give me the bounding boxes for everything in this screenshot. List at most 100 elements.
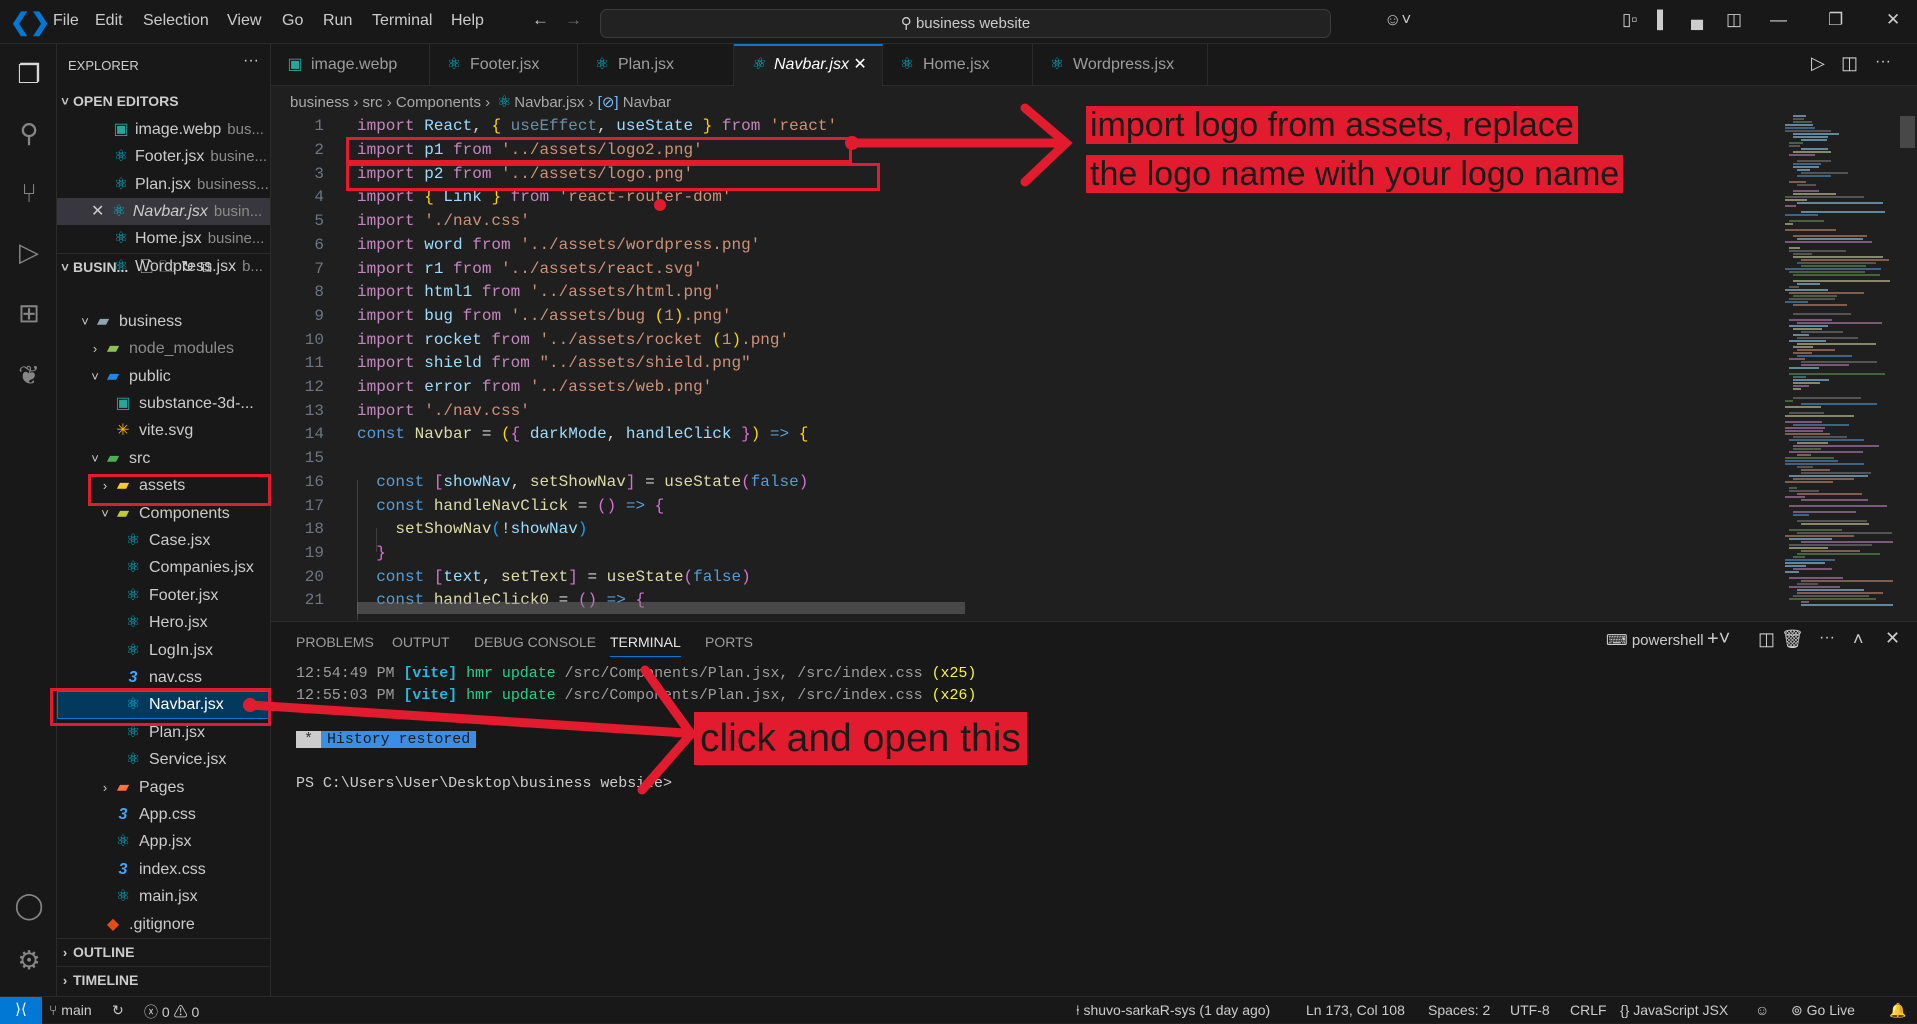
copilot-icon[interactable]: ☺˅	[1384, 10, 1411, 30]
git-blame[interactable]: ⍿ shuvo-sarkaR-sys (1 day ago)	[1076, 1002, 1270, 1019]
menu-run[interactable]: Run	[323, 12, 352, 30]
panel-tab-debug-console[interactable]: DEBUG CONSOLE	[474, 634, 596, 650]
go-live-button[interactable]: ⊚ Go Live	[1791, 1002, 1855, 1019]
cursor-position[interactable]: Ln 173, Col 108	[1306, 1002, 1405, 1018]
split-terminal-icon[interactable]: ◫	[1758, 629, 1775, 650]
close-window-icon[interactable]: ✕	[1886, 10, 1900, 30]
new-folder-icon[interactable]: 🗀	[159, 259, 181, 276]
tree-item[interactable]: ⚛ main.jsx	[57, 883, 270, 910]
open-editor-item[interactable]: ▣ image.webp bus...	[57, 116, 270, 143]
tab-plan-jsx[interactable]: ⚛ Plan.jsx	[578, 44, 734, 86]
terminal-shell-selector[interactable]: ⌨ powershell	[1606, 631, 1704, 649]
menu-terminal[interactable]: Terminal	[372, 12, 432, 30]
close-icon[interactable]: ✕	[91, 203, 109, 220]
tree-item[interactable]: ⚛ Footer.jsx	[57, 582, 270, 609]
horizontal-scrollbar[interactable]	[357, 602, 965, 614]
toggle-secondary-sidebar-icon[interactable]: ◫	[1726, 10, 1742, 30]
minimize-icon[interactable]: —	[1770, 10, 1787, 30]
notifications-bell-icon[interactable]: 🔔	[1889, 1002, 1906, 1019]
sync-icon[interactable]: ↻	[112, 1002, 124, 1019]
problems-indicator[interactable]: ⓧ 0 ⚠ 0	[144, 1002, 199, 1022]
tree-item[interactable]: 3 index.css	[57, 856, 270, 883]
menu-selection[interactable]: Selection	[143, 12, 209, 30]
more-actions-icon[interactable]: ···	[243, 52, 259, 70]
toggle-panel-icon[interactable]: ▄	[1691, 10, 1703, 30]
tree-item[interactable]: ⚛ App.jsx	[57, 828, 270, 855]
trash-icon[interactable]: 🗑	[1781, 629, 1804, 650]
tree-item[interactable]: ⚛ Case.jsx	[57, 527, 270, 554]
tree-item[interactable]: › ▰ Pages	[57, 774, 270, 801]
tab-navbar-jsx[interactable]: ⚛ Navbar.jsx ✕	[734, 44, 883, 86]
refresh-icon[interactable]: ↻	[181, 259, 200, 276]
more-actions-icon[interactable]: ···	[1875, 53, 1891, 71]
breadcrumb-item[interactable]: src	[363, 94, 383, 111]
timeline-header[interactable]: › TIMELINE	[57, 966, 270, 993]
customize-layout-icon[interactable]: ▯▫	[1622, 10, 1637, 30]
tree-item[interactable]: ˅ ▰ business	[57, 308, 270, 335]
breadcrumb-item[interactable]: Navbar.jsx	[514, 94, 584, 111]
tree-item[interactable]: › ▰ node_modules	[57, 335, 270, 362]
tab-footer-jsx[interactable]: ⚛ Footer.jsx	[430, 44, 578, 86]
search-icon[interactable]: ⚲	[14, 118, 44, 148]
tree-item[interactable]: ˅ ▰ public	[57, 363, 270, 390]
branch-indicator[interactable]: ⑂ main	[49, 1002, 92, 1018]
vertical-scrollbar[interactable]	[1900, 116, 1915, 148]
more-actions-icon[interactable]: ···	[1819, 629, 1835, 647]
source-control-icon[interactable]: ⑂	[14, 178, 44, 208]
panel-tab-problems[interactable]: PROBLEMS	[296, 634, 374, 650]
explorer-icon[interactable]: ❐	[14, 59, 44, 89]
terminal-prompt[interactable]: PS C:\Users\User\Desktop\business websit…	[296, 775, 672, 792]
forward-arrow-icon[interactable]: →	[565, 10, 582, 30]
open-editors-header[interactable]: ˅ OPEN EDITORS	[57, 88, 270, 115]
menu-edit[interactable]: Edit	[95, 12, 123, 30]
tree-item[interactable]: ⚛ Hero.jsx	[57, 609, 270, 636]
account-icon[interactable]: ◯	[14, 890, 44, 920]
run-debug-icon[interactable]: ▷	[14, 237, 44, 267]
tree-item[interactable]: ⚛ Companies.jsx	[57, 554, 270, 581]
extensions-icon[interactable]: ⊞	[14, 298, 44, 328]
close-tab-icon[interactable]: ✕	[849, 56, 866, 73]
collapse-all-icon[interactable]: ⧉	[200, 259, 217, 276]
open-editor-item[interactable]: ⚛ Plan.jsx business...	[57, 171, 270, 198]
new-terminal-plus-icon[interactable]: +˅	[1707, 628, 1730, 651]
menu-help[interactable]: Help	[451, 12, 484, 30]
tree-item[interactable]: ˅ ▰ src	[57, 445, 270, 472]
tree-item[interactable]: ◆ .gitignore	[57, 911, 270, 938]
outline-header[interactable]: › OUTLINE	[57, 938, 270, 965]
maximize-panel-chevron-up-icon[interactable]: ˄	[1853, 629, 1864, 650]
menu-view[interactable]: View	[227, 12, 261, 30]
tab-wordpress-jsx[interactable]: ⚛ Wordpress.jsx	[1033, 44, 1208, 86]
encoding[interactable]: UTF-8	[1510, 1002, 1550, 1018]
split-editor-icon[interactable]: ◫	[1841, 53, 1858, 74]
panel-tab-output[interactable]: OUTPUT	[392, 634, 450, 650]
panel-tab-terminal[interactable]: TERMINAL	[610, 634, 681, 657]
language-mode[interactable]: {} JavaScript JSX	[1620, 1002, 1728, 1018]
tab-image-webp[interactable]: ▣ image.webp	[271, 44, 430, 86]
tab-home-jsx[interactable]: ⚛ Home.jsx	[883, 44, 1033, 86]
open-editor-item[interactable]: ⚛ Footer.jsx busine...	[57, 143, 270, 170]
end-of-line[interactable]: CRLF	[1570, 1002, 1607, 1018]
toggle-sidebar-icon[interactable]: ▌	[1657, 10, 1669, 30]
command-center-search[interactable]: ⚲ business website	[600, 9, 1331, 38]
workspace-header[interactable]: ˅ BUSIN... 🗋🗀↻⧉	[57, 252, 270, 280]
tree-item[interactable]: ⚛ LogIn.jsx	[57, 637, 270, 664]
tree-item[interactable]: ▣ substance-3d-...	[57, 390, 270, 417]
indentation[interactable]: Spaces: 2	[1428, 1002, 1490, 1018]
mongodb-leaf-icon[interactable]: ❦	[14, 360, 44, 390]
breadcrumb-item[interactable]: Components	[396, 94, 481, 111]
open-editor-item[interactable]: ⚛ Home.jsx busine...	[57, 225, 270, 252]
open-editor-item[interactable]: ✕ ⚛ Navbar.jsx busin...	[57, 197, 270, 226]
panel-tab-ports[interactable]: PORTS	[705, 634, 753, 650]
remote-indicator-icon[interactable]: ⟩⟨	[0, 997, 42, 1024]
breadcrumb-item[interactable]: Navbar	[623, 94, 671, 111]
back-arrow-icon[interactable]: ←	[532, 10, 549, 30]
minimap[interactable]	[1785, 115, 1897, 615]
run-icon[interactable]: ▷	[1811, 53, 1825, 74]
settings-gear-icon[interactable]: ⚙	[14, 945, 44, 975]
menu-file[interactable]: File	[53, 12, 79, 30]
tree-item[interactable]: 3 App.css	[57, 801, 270, 828]
new-file-icon[interactable]: 🗋	[140, 259, 159, 276]
copilot-status-icon[interactable]: ☺	[1755, 1002, 1769, 1018]
restore-icon[interactable]: ❐	[1828, 10, 1843, 30]
close-panel-icon[interactable]: ✕	[1885, 628, 1900, 649]
